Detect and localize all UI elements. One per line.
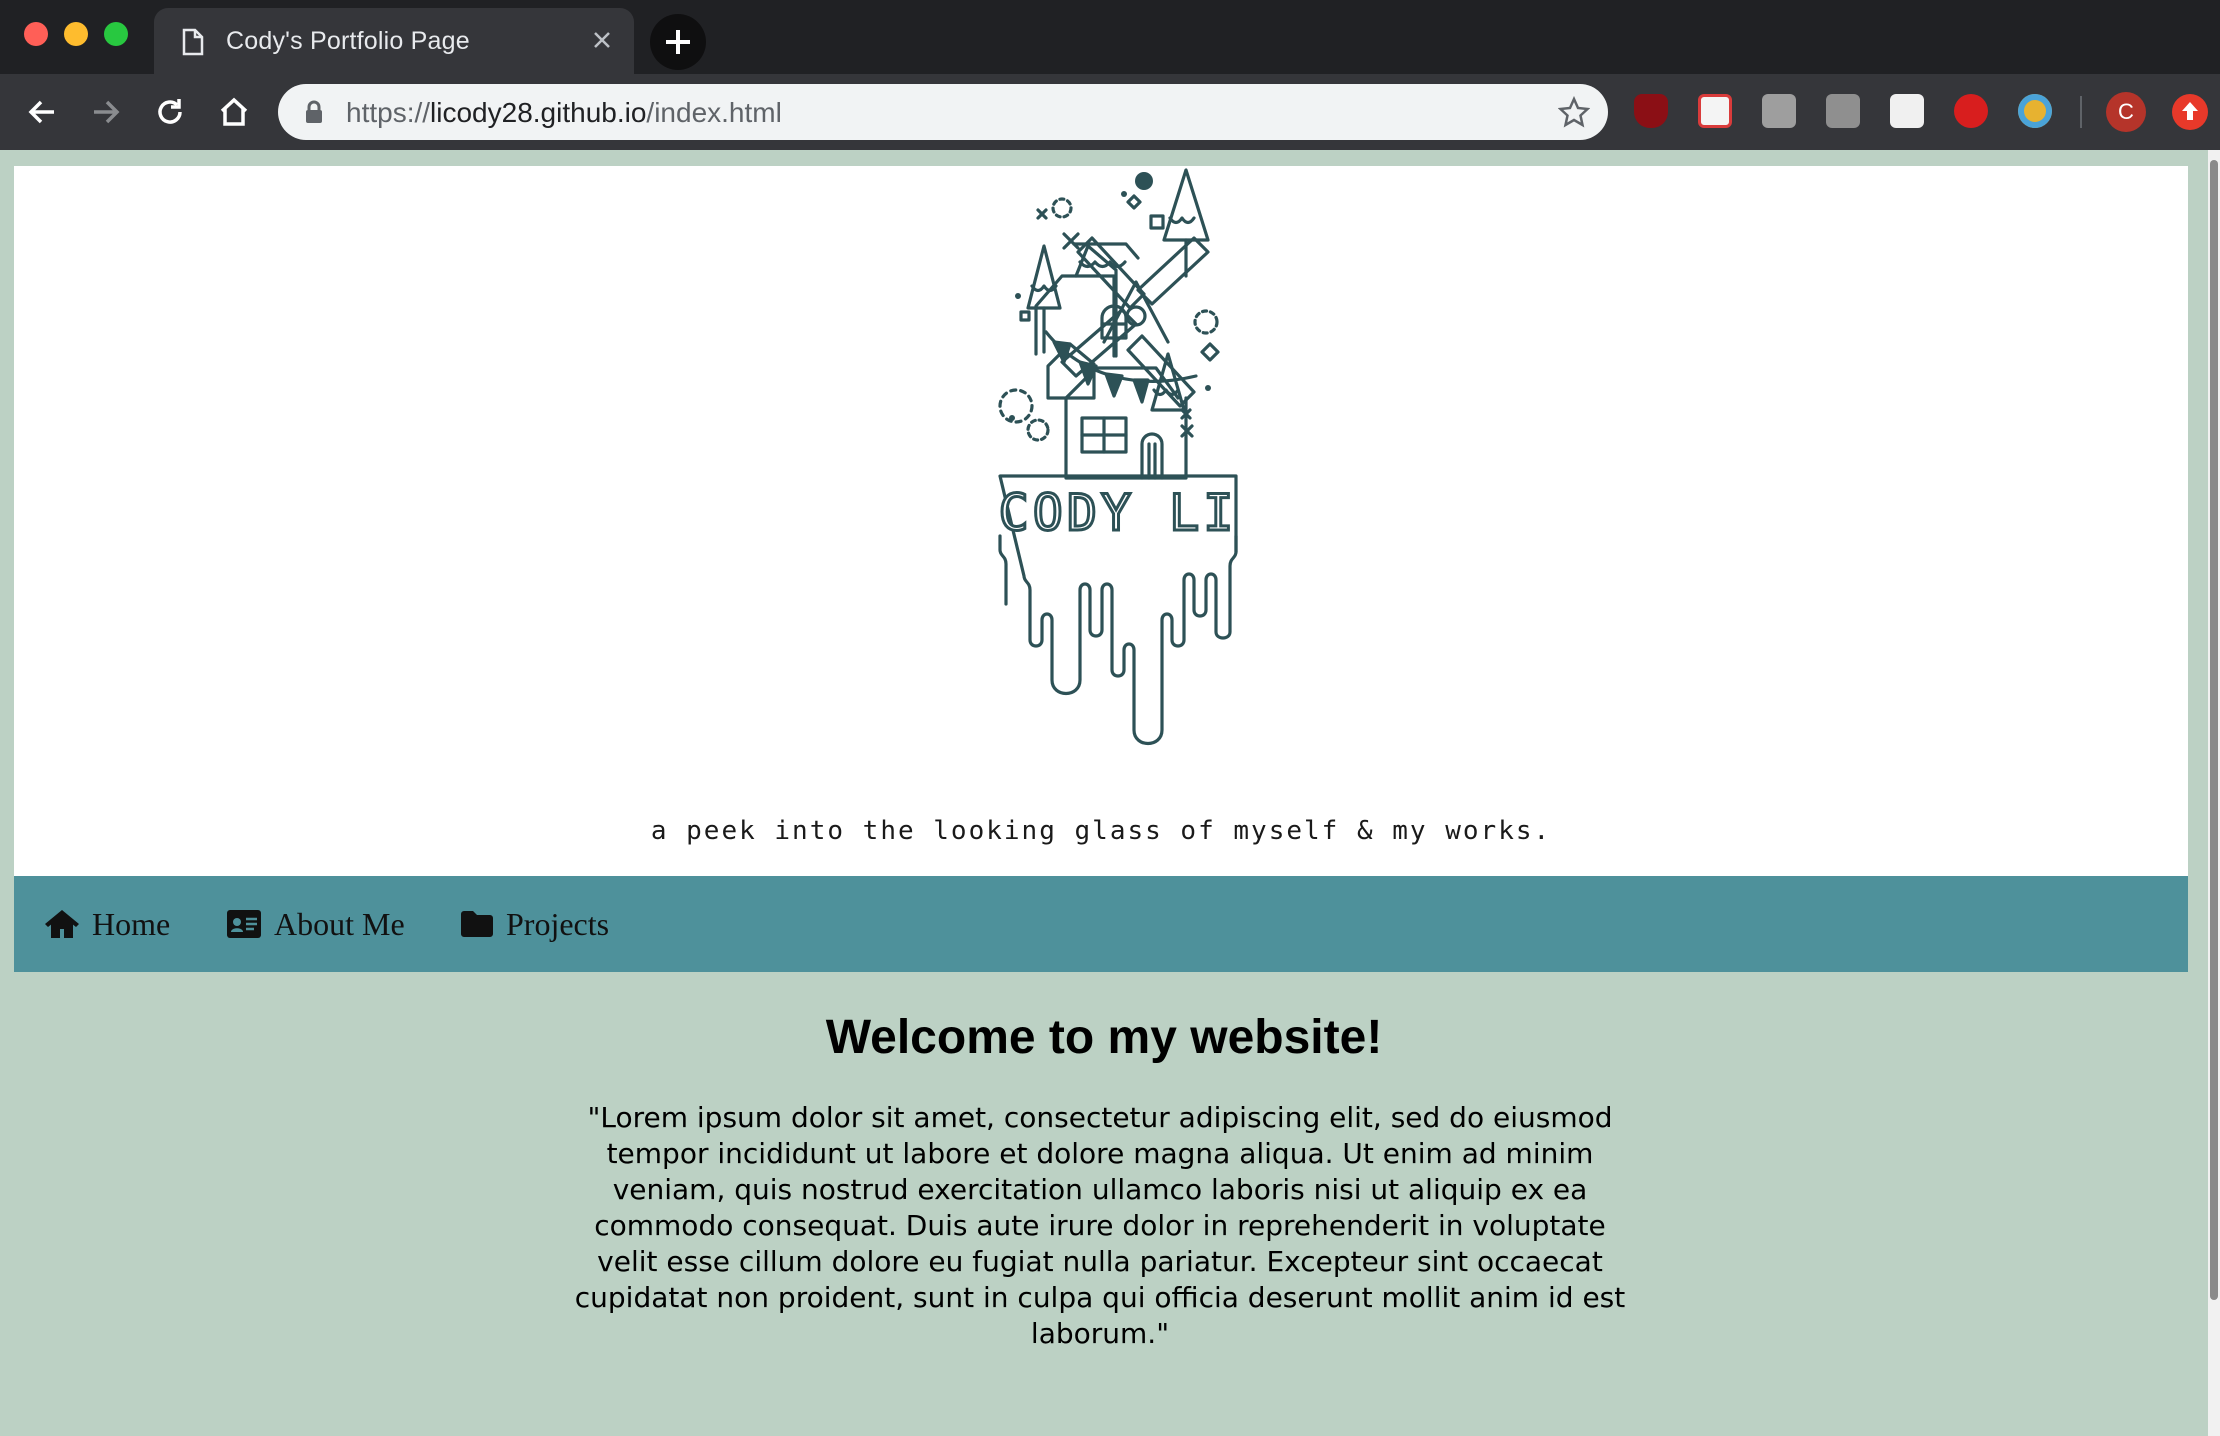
reload-icon[interactable]	[152, 94, 188, 130]
home-icon	[45, 910, 79, 938]
profile-avatar[interactable]: C	[2106, 92, 2146, 132]
url-text[interactable]: https://licody28.github.io/index.html	[346, 97, 782, 129]
scrollbar-thumb[interactable]	[2210, 160, 2218, 1300]
window-minimize-button[interactable]	[64, 22, 88, 46]
tab-close-icon[interactable]	[588, 26, 616, 54]
navigation-bar: Home About Me Projects	[14, 876, 2188, 972]
url-host: licody28.github.io	[430, 97, 647, 128]
nav-item-home[interactable]: Home	[44, 902, 170, 946]
adblock-icon[interactable]	[1954, 94, 1988, 128]
back-icon[interactable]	[24, 94, 60, 130]
globe-icon[interactable]	[2018, 94, 2052, 128]
home-browser-icon[interactable]	[216, 94, 252, 130]
url-scheme: https://	[346, 97, 431, 128]
tagline: a peek into the looking glass of myself …	[650, 816, 1552, 846]
hypothesis-icon[interactable]	[1826, 94, 1860, 128]
hero-banner: CODY LI a peek into the looking glass of…	[14, 166, 2188, 876]
id-card-icon	[227, 910, 261, 938]
update-icon[interactable]	[2172, 94, 2208, 130]
url-path: /index.html	[646, 97, 782, 128]
cody-li-logo: CODY LI	[997, 168, 1238, 746]
reader-icon[interactable]	[1890, 94, 1924, 128]
browser-toolbar: https://licody28.github.io/index.html C	[0, 74, 2220, 150]
nav-item-projects[interactable]: Projects	[460, 902, 609, 946]
logo-text: CODY LI	[999, 484, 1238, 542]
document-icon	[182, 28, 204, 61]
page-heading: Welcome to my website!	[825, 1011, 1383, 1064]
browser-tab[interactable]: Cody's Portfolio Page	[154, 8, 634, 74]
mail-icon[interactable]	[1698, 94, 1732, 128]
bookmark-star-icon[interactable]	[1557, 95, 1591, 133]
nav-item-about-me[interactable]: About Me	[226, 902, 405, 946]
tab-title: Cody's Portfolio Page	[226, 27, 470, 55]
browser-tab-strip: Cody's Portfolio Page	[0, 0, 2220, 74]
nx-icon[interactable]	[1762, 94, 1796, 128]
nav-item-label: Projects	[506, 905, 610, 942]
folder-icon	[461, 911, 493, 937]
forward-icon[interactable]	[88, 94, 124, 130]
plus-icon	[666, 30, 690, 54]
ublock-icon[interactable]	[1634, 94, 1668, 128]
window-close-button[interactable]	[24, 22, 48, 46]
nav-item-label: About Me	[274, 905, 405, 942]
lock-icon	[304, 100, 324, 129]
intro-paragraph: "Lorem ipsum dolor sit amet, consectetur…	[574, 1101, 1626, 1350]
toolbar-divider	[2080, 96, 2082, 128]
new-tab-button[interactable]	[650, 14, 706, 70]
nav-item-label: Home	[92, 905, 171, 942]
window-maximize-button[interactable]	[104, 22, 128, 46]
web-page: CODY LI a peek into the looking glass of…	[0, 150, 2208, 1436]
address-bar[interactable]: https://licody28.github.io/index.html	[278, 84, 1608, 140]
